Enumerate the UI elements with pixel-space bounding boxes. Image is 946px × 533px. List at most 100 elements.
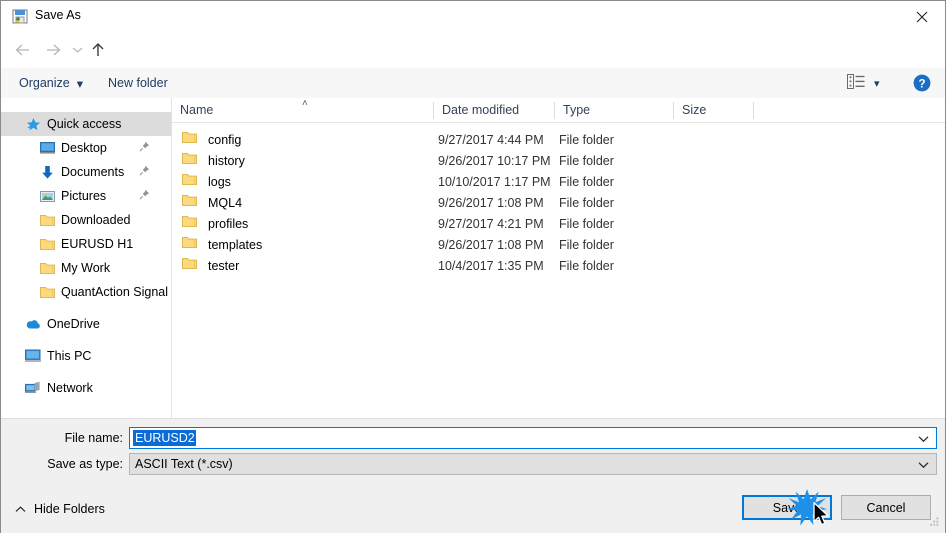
up-arrow-icon[interactable] — [85, 32, 111, 68]
desktop-icon — [39, 140, 55, 156]
new-folder-button[interactable]: New folder — [108, 68, 168, 98]
quick-access-star-icon — [25, 116, 41, 132]
chevron-down-icon[interactable] — [918, 458, 929, 472]
save-as-type-select[interactable]: ASCII Text (*.csv) — [129, 453, 937, 475]
folder-icon — [39, 284, 55, 300]
window-title: Save As — [35, 8, 81, 22]
column-header-date-modified[interactable]: Date modified — [434, 98, 554, 122]
date-modified-cell: 9/26/2017 1:08 PM — [438, 237, 544, 252]
file-list-pane: Name ˄ Date modified Type Size config 9/… — [172, 98, 945, 418]
title-bar: Save As — [1, 1, 945, 32]
sort-ascending-icon: ˄ — [302, 98, 308, 109]
close-icon[interactable] — [899, 1, 945, 32]
save-button-label: Save — [772, 500, 802, 515]
sidebar-item-network[interactable]: Network — [1, 376, 171, 400]
command-toolbar: Organize ▾ New folder ▾ ? — [1, 68, 945, 99]
table-row[interactable]: MQL4 9/26/2017 1:08 PM File folder — [172, 192, 945, 213]
pin-icon[interactable] — [139, 165, 150, 179]
file-name-input[interactable]: EURUSD2 — [129, 427, 937, 449]
cancel-button-label: Cancel — [866, 500, 906, 515]
table-row[interactable]: config 9/27/2017 4:44 PM File folder — [172, 129, 945, 150]
folder-icon — [182, 236, 197, 252]
sidebar-item-label: This PC — [47, 349, 92, 363]
folder-icon — [39, 236, 55, 252]
sidebar-item-documents[interactable]: Documents — [1, 160, 171, 184]
forward-arrow-icon[interactable] — [39, 32, 67, 68]
sidebar-item-label: Desktop — [61, 141, 107, 155]
svg-text:?: ? — [918, 78, 925, 90]
table-row[interactable]: logs 10/10/2017 1:17 PM File folder — [172, 171, 945, 192]
sidebar-item-desktop[interactable]: Desktop — [1, 136, 171, 160]
sidebar-item-label: My Work — [61, 261, 111, 275]
sidebar-item-label: Downloaded — [61, 213, 131, 227]
table-row[interactable]: profiles 9/27/2017 4:21 PM File folder — [172, 213, 945, 234]
change-view-button[interactable]: ▾ — [847, 68, 880, 98]
sidebar-item-quick-access[interactable]: Quick access — [1, 112, 171, 136]
back-arrow-icon[interactable] — [9, 32, 37, 68]
file-name-label: File name: — [64, 431, 123, 445]
chevron-up-icon — [15, 502, 26, 516]
file-name-cell: history — [208, 153, 245, 168]
file-name-cell: MQL4 — [208, 195, 243, 210]
network-icon — [25, 380, 41, 396]
recent-locations-chevron-icon[interactable] — [67, 32, 87, 68]
file-name-cell: tester — [208, 258, 240, 273]
chevron-down-icon[interactable] — [918, 432, 929, 446]
hide-folders-button[interactable]: Hide Folders — [15, 500, 105, 518]
table-row[interactable]: templates 9/26/2017 1:08 PM File folder — [172, 234, 945, 255]
save-as-icon — [12, 9, 28, 24]
help-icon[interactable]: ? — [913, 74, 931, 92]
date-modified-cell: 9/27/2017 4:44 PM — [438, 132, 544, 147]
date-modified-cell: 9/27/2017 4:21 PM — [438, 216, 544, 231]
view-layout-icon — [847, 74, 865, 92]
sidebar-item-label: QuantAction Signal — [61, 285, 169, 299]
date-modified-cell: 9/26/2017 1:08 PM — [438, 195, 544, 210]
documents-download-icon — [39, 164, 55, 180]
file-name-cell: logs — [208, 174, 231, 189]
sidebar-item-pictures[interactable]: Pictures — [1, 184, 171, 208]
organize-button[interactable]: Organize ▾ — [19, 68, 83, 98]
sidebar-item-label: Quick access — [47, 117, 122, 131]
type-cell: File folder — [559, 174, 614, 189]
folder-icon — [182, 215, 197, 231]
sidebar-item-eurusd-h1[interactable]: EURUSD H1 — [1, 232, 171, 256]
file-name-cell: config — [208, 132, 242, 147]
column-divider[interactable] — [753, 102, 754, 119]
file-name-cell: templates — [208, 237, 263, 252]
folder-icon — [182, 257, 197, 273]
sidebar-item-onedrive[interactable]: OneDrive — [1, 312, 171, 336]
type-cell: File folder — [559, 195, 614, 210]
sidebar-item-quantaction-signal[interactable]: QuantAction Signal — [1, 280, 171, 304]
date-modified-cell: 10/4/2017 1:35 PM — [438, 258, 544, 273]
save-as-type-value: ASCII Text (*.csv) — [135, 457, 233, 471]
date-modified-cell: 9/26/2017 10:17 PM — [438, 153, 551, 168]
navigation-bar: « Roaming › MetaQuotes › Terminal › 9155… — [1, 32, 945, 92]
folder-icon — [182, 152, 197, 168]
pin-icon[interactable] — [139, 141, 150, 155]
navigation-pane: Quick access Desktop Documents Pictures … — [1, 98, 172, 418]
sidebar-item-downloaded[interactable]: Downloaded — [1, 208, 171, 232]
folder-icon — [39, 212, 55, 228]
column-header-size[interactable]: Size — [674, 98, 753, 122]
resize-grip-icon[interactable] — [928, 516, 940, 528]
save-as-type-label: Save as type: — [47, 457, 123, 471]
sidebar-item-label: Pictures — [61, 189, 107, 203]
pin-icon[interactable] — [139, 189, 150, 203]
sidebar-item-label: OneDrive — [47, 317, 100, 331]
date-modified-cell: 10/10/2017 1:17 PM — [438, 174, 551, 189]
file-name-cell: profiles — [208, 216, 249, 231]
folder-icon — [182, 194, 197, 210]
folder-icon — [39, 260, 55, 276]
cancel-button[interactable]: Cancel — [841, 495, 931, 520]
save-button[interactable]: Save — [742, 495, 832, 520]
column-header-name[interactable]: Name ˄ — [172, 98, 433, 122]
table-row[interactable]: history 9/26/2017 10:17 PM File folder — [172, 150, 945, 171]
sidebar-item-my-work[interactable]: My Work — [1, 256, 171, 280]
sidebar-item-this-pc[interactable]: This PC — [1, 344, 171, 368]
table-row[interactable]: tester 10/4/2017 1:35 PM File folder — [172, 255, 945, 276]
save-as-dialog: Save As Organize ▾ New folder ▾ ? Quick … — [0, 0, 946, 533]
column-header-type[interactable]: Type — [555, 98, 673, 122]
chevron-down-icon: ▾ — [874, 77, 880, 90]
column-headers: Name ˄ Date modified Type Size — [172, 98, 945, 123]
sidebar-item-label: Network — [47, 381, 93, 395]
